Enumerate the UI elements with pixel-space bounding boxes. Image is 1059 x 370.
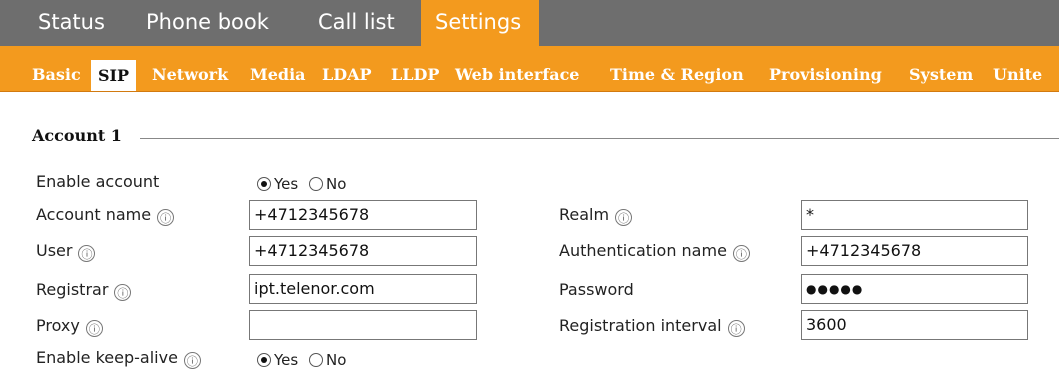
user-label: User ⓘ — [36, 241, 96, 262]
realm-field[interactable]: * — [801, 200, 1028, 230]
auth-name-label-text: Authentication name — [559, 241, 727, 260]
enable-account-no-label: No — [326, 175, 347, 193]
subtab-provisioning[interactable]: Provisioning — [769, 60, 882, 90]
reg-interval-field[interactable]: 3600 — [801, 310, 1028, 340]
info-icon[interactable]: ⓘ — [615, 209, 633, 226]
account-name-label: Account name ⓘ — [36, 205, 175, 226]
info-icon[interactable]: ⓘ — [157, 209, 175, 226]
password-label: Password — [559, 280, 634, 299]
subtab-sip[interactable]: SIP — [91, 60, 137, 91]
info-icon[interactable]: ⓘ — [183, 352, 201, 369]
auth-name-field[interactable]: +4712345678 — [801, 236, 1028, 266]
enable-account-yes-radio[interactable] — [257, 177, 271, 191]
enable-account-no-radio[interactable] — [309, 177, 323, 191]
section-title: Account 1 — [32, 126, 130, 145]
enable-keepalive-no-radio[interactable] — [309, 353, 323, 367]
password-field[interactable]: ●●●●● — [801, 274, 1028, 304]
registrar-field[interactable]: ipt.telenor.com — [249, 274, 477, 304]
subtab-ldap[interactable]: LDAP — [322, 60, 372, 90]
account-name-label-text: Account name — [36, 205, 152, 224]
proxy-label-text: Proxy — [36, 316, 80, 335]
subtab-basic[interactable]: Basic — [32, 60, 81, 90]
main-tab-bar: Status Phone book Call list Settings — [0, 0, 1059, 46]
subtab-web-interface[interactable]: Web interface — [455, 60, 579, 90]
section-divider — [140, 138, 1059, 139]
subtab-unite[interactable]: Unite — [993, 60, 1042, 90]
enable-keepalive-label-text: Enable keep-alive — [36, 348, 178, 367]
tab-settings[interactable]: Settings — [421, 0, 540, 46]
tab-status[interactable]: Status — [38, 0, 105, 46]
subtab-media[interactable]: Media — [250, 60, 306, 90]
enable-keepalive-no-label: No — [326, 351, 347, 369]
tab-phone-book[interactable]: Phone book — [146, 0, 269, 46]
enable-keepalive-yes-radio[interactable] — [257, 353, 271, 367]
enable-keepalive-yes-label: Yes — [274, 351, 299, 369]
proxy-field[interactable] — [249, 310, 477, 340]
realm-label-text: Realm — [559, 205, 610, 224]
subtab-system[interactable]: System — [909, 60, 973, 90]
enable-keepalive-radio-group: Yes No — [257, 351, 352, 369]
enable-account-label-text: Enable account — [36, 172, 160, 191]
account-name-field[interactable]: +4712345678 — [249, 200, 477, 230]
info-icon[interactable]: ⓘ — [727, 320, 745, 337]
reg-interval-label-text: Registration interval — [559, 316, 722, 335]
info-icon[interactable]: ⓘ — [85, 320, 103, 337]
registrar-label: Registrar ⓘ — [36, 280, 132, 301]
sub-tab-bar: Basic SIP Network Media LDAP LLDP Web in… — [0, 46, 1059, 92]
subtab-lldp[interactable]: LLDP — [391, 60, 439, 90]
auth-name-label: Authentication name ⓘ — [559, 241, 750, 262]
enable-account-radio-group: Yes No — [257, 175, 352, 193]
enable-account-label: Enable account — [36, 172, 159, 191]
subtab-time-region[interactable]: Time & Region — [610, 60, 744, 90]
subtab-network[interactable]: Network — [152, 60, 228, 90]
info-icon[interactable]: ⓘ — [732, 245, 750, 262]
tab-call-list[interactable]: Call list — [318, 0, 395, 46]
reg-interval-label: Registration interval ⓘ — [559, 316, 745, 337]
enable-account-yes-label: Yes — [274, 175, 299, 193]
registrar-label-text: Registrar — [36, 280, 109, 299]
password-label-text: Password — [559, 280, 634, 299]
realm-label: Realm ⓘ — [559, 205, 633, 226]
enable-keepalive-label: Enable keep-alive ⓘ — [36, 348, 201, 369]
user-field[interactable]: +4712345678 — [249, 236, 477, 266]
info-icon[interactable]: ⓘ — [78, 245, 96, 262]
user-label-text: User — [36, 241, 73, 260]
proxy-label: Proxy ⓘ — [36, 316, 103, 337]
info-icon[interactable]: ⓘ — [114, 284, 132, 301]
